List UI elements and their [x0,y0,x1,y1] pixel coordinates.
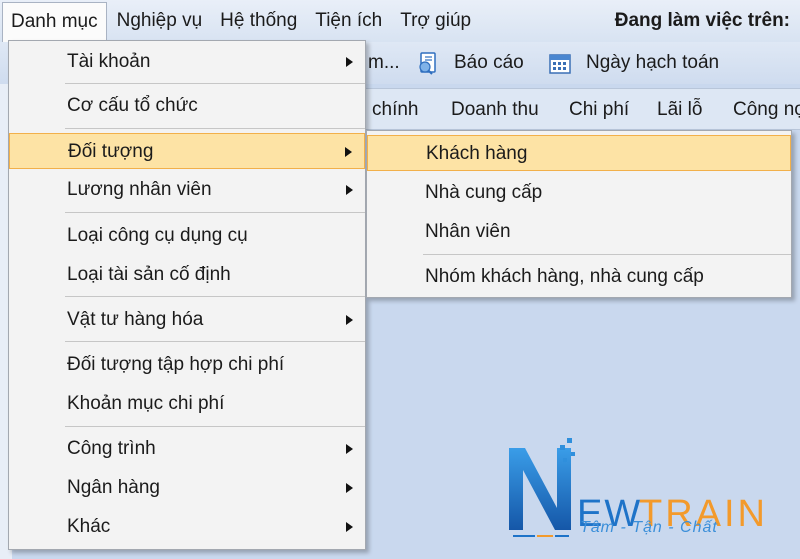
submenu-arrow-icon [346,444,353,454]
posting-date-button[interactable]: Ngày hạch toán [548,42,719,84]
submenu-arrow-icon [346,57,353,67]
menu-item-label: Khác [67,516,111,537]
submenu-item-nha-cung-cap[interactable]: Nhà cung cấp [367,175,791,211]
menu-separator [65,212,365,213]
menu-item-label: Công trình [67,438,156,459]
submenu-arrow-icon [346,315,353,325]
submenu-item-label: Khách hàng [426,143,528,164]
calendar-icon [549,54,571,74]
menu-separator [65,426,365,427]
submenu-item-label: Nhóm khách hàng, nhà cung cấp [425,266,704,287]
menu-item-doi-tuong-tap-hop-chi-phi[interactable]: Đối tượng tập hợp chi phí [9,347,365,383]
submenu-arrow-icon [346,522,353,532]
working-on-label: Đang làm việc trên: [614,10,790,31]
menu-item-tai-khoan[interactable]: Tài khoản [9,44,365,80]
menu-item-khac[interactable]: Khác [9,509,365,545]
toolbar-partial-label: m... [368,52,400,73]
menu-danh-muc[interactable]: Danh mục [2,2,107,42]
menu-separator [65,296,365,297]
submenu-item-khach-hang[interactable]: Khách hàng [367,135,791,171]
menu-separator [65,83,365,84]
tab-chi-phi[interactable]: Chi phí [569,89,629,131]
menu-item-cong-trinh[interactable]: Công trình [9,431,365,467]
menu-item-label: Tài khoản [67,51,151,72]
menu-separator [423,254,791,255]
menu-item-loai-cong-cu-dung-cu[interactable]: Loại công cụ dụng cụ [9,218,365,254]
doi-tuong-submenu: Khách hàng Nhà cung cấp Nhân viên Nhóm k… [366,130,792,298]
logo-tagline: Tâm - Tận - Chất [580,519,718,536]
submenu-arrow-icon [346,483,353,493]
menu-item-label: Loại tài sản cố định [67,264,231,285]
menu-item-luong-nhan-vien[interactable]: Lương nhân viên [9,172,365,208]
submenu-item-nhan-vien[interactable]: Nhân viên [367,214,791,250]
menu-item-label: Loại công cụ dụng cụ [67,225,248,246]
posting-date-label: Ngày hạch toán [586,52,720,73]
menu-item-label: Đối tượng [68,141,154,162]
submenu-item-label: Nhân viên [425,221,511,242]
menu-item-co-cau-to-chuc[interactable]: Cơ cấu tổ chức [9,88,365,124]
tab-doanh-thu[interactable]: Doanh thu [451,89,539,131]
menu-he-thong[interactable]: Hệ thống [212,2,305,40]
menu-item-label: Vật tư hàng hóa [67,309,204,330]
menu-item-label: Đối tượng tập hợp chi phí [67,354,285,375]
menu-item-doi-tuong[interactable]: Đối tượng [9,133,365,169]
report-label: Báo cáo [454,52,524,73]
menu-item-vat-tu-hang-hoa[interactable]: Vật tư hàng hóa [9,302,365,338]
menu-item-label: Ngân hàng [67,477,160,498]
tab-cong-no[interactable]: Công nợ [733,89,800,131]
submenu-item-nhom-khach-hang-ncc[interactable]: Nhóm khách hàng, nhà cung cấp [367,259,791,295]
menu-nghiep-vu[interactable]: Nghiệp vụ [109,2,211,40]
tab-lai-lo[interactable]: Lãi lỗ [657,89,702,131]
report-button[interactable]: Báo cáo [416,42,524,84]
submenu-arrow-icon [345,147,352,157]
menu-tro-giup[interactable]: Trợ giúp [392,2,479,40]
menu-tien-ich[interactable]: Tiện ích [307,2,390,40]
submenu-arrow-icon [346,185,353,195]
menu-separator [65,341,365,342]
report-icon [419,52,436,75]
toolbar-partial-button[interactable]: m... [368,42,400,84]
danh-muc-dropdown: Tài khoản Cơ cấu tổ chức Đối tượng Lương… [8,40,366,550]
menu-separator [65,128,365,129]
menu-item-label: Khoản mục chi phí [67,393,225,414]
menu-item-ngan-hang[interactable]: Ngân hàng [9,470,365,506]
menu-item-khoan-muc-chi-phi[interactable]: Khoản mục chi phí [9,386,365,422]
tab-chinh[interactable]: chính [372,89,418,131]
submenu-item-label: Nhà cung cấp [425,182,543,203]
menu-item-label: Cơ cấu tổ chức [67,95,198,116]
menu-item-label: Lương nhân viên [67,179,212,200]
menu-item-loai-tai-san-co-dinh[interactable]: Loại tài sản cố định [9,257,365,293]
